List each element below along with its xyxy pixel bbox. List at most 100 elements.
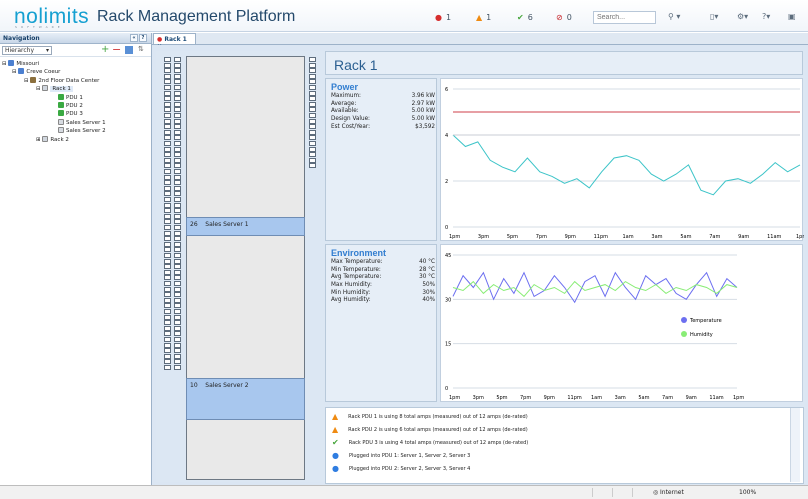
search-input[interactable] [593, 11, 656, 24]
rack-slot-sales-server-1[interactable]: 26 Sales Server 1 [186, 217, 305, 236]
tree-node-creve-coeur[interactable]: ⊟ Creve Coeur [0, 68, 151, 76]
rack-unit-marker [174, 297, 181, 303]
environment-average-temperature: Avg Temperature: 30 °C [331, 274, 435, 281]
rack-unit-marker [309, 129, 316, 135]
power-summary: Power Maximum: 3.96 kW Average: 2.97 kW Av… [325, 78, 437, 241]
rack-unit-marker [174, 118, 181, 124]
gear-icon[interactable]: ⚙▾ [737, 12, 748, 21]
tree-node-pdu-1[interactable]: PDU 1 [0, 93, 151, 102]
collapse-icon[interactable]: « [130, 34, 138, 42]
app-header: nolimits SOFTWARE Rack Management Platfo… [0, 0, 808, 32]
rack-unit-marker [174, 90, 181, 96]
power-average: Average: 2.97 kW [331, 100, 435, 107]
rack-unit-marker [174, 135, 181, 141]
x-tick-label: 7am [709, 234, 720, 240]
x-tick-label: 9am [738, 234, 749, 240]
rack-unit-marker [174, 225, 181, 230]
alert-error-count[interactable]: ● 1 [435, 13, 451, 22]
tree-node-rack-1[interactable]: ⊟ Rack 1 [0, 85, 151, 93]
power-title: Power [331, 82, 359, 92]
tree-node-missouri[interactable]: ⊟ Missouri [0, 60, 151, 68]
environment-min-humidity: Min Humidity: 30% [331, 289, 435, 296]
rack-unit-marker [174, 169, 181, 174]
alert-row[interactable]: ● Plugged into PDU 1: Server 1, Server 2,… [332, 450, 470, 461]
rack-icon [42, 135, 49, 142]
remove-icon[interactable]: − [112, 43, 121, 56]
expand-icon[interactable]: ⊟ [36, 86, 41, 92]
x-tick-label: 11pm [567, 395, 582, 401]
document-icon[interactable]: ▯▾ [710, 12, 718, 21]
alert-row[interactable]: ● Plugged into PDU 2: Server 2, Server 3,… [332, 463, 470, 474]
alert-warning-count[interactable]: ▲ 1 [476, 13, 491, 22]
expand-icon[interactable]: ⊟ [12, 69, 17, 75]
rack-unit-marker [164, 152, 171, 158]
tree-node-data-center[interactable]: ⊟ 2nd Floor Data Center [0, 76, 151, 85]
rack-unit-marker [309, 101, 316, 107]
sort-icon[interactable]: ⇅ [138, 45, 144, 53]
rack-unit-marker [164, 146, 171, 152]
tab-rack-1[interactable]: ● Rack 1 × [153, 33, 196, 50]
expand-icon[interactable]: ⊟ [2, 61, 7, 67]
user-icon[interactable]: ▣ [788, 12, 796, 21]
y-tick-label: 0 [445, 386, 448, 392]
search-icon[interactable]: ⚲ ▾ [668, 12, 680, 21]
tree-view-icon[interactable] [125, 46, 133, 54]
hierarchy-select[interactable]: Hierarchy ▾ [2, 46, 52, 55]
rack-unit-marker [164, 281, 171, 286]
alert-ok-count[interactable]: ✔ 6 [517, 13, 533, 22]
rack-unit-marker [309, 124, 316, 130]
help-icon[interactable]: ? [139, 34, 147, 42]
environment-chart-svg: 0 15 30 45 1pm 3pm 5pm 7pm 9pm 11pm 1am 3am 5am 7am 9a… [445, 253, 744, 401]
zoom-level[interactable]: 100% [739, 489, 756, 496]
rack-unit-marker [164, 135, 171, 141]
rack-unit-marker [174, 141, 181, 146]
warning-icon: ▲ [476, 13, 483, 22]
rack-unit-marker [164, 342, 171, 348]
rack-unit-marker [174, 264, 181, 270]
tree-node-sales-server-2[interactable]: Sales Server 2 [0, 127, 151, 135]
rack-unit-marker [174, 124, 181, 130]
location-icon [18, 68, 25, 75]
info-icon: ● [332, 451, 339, 460]
rack-unit-marker [309, 85, 316, 90]
rack-unit-marker [309, 157, 316, 163]
rack-unit-marker [174, 62, 181, 68]
rack-unit-marker [164, 79, 171, 85]
alert-row[interactable]: ✔ Rack PDU 3 is using 4 total amps (measu… [332, 437, 528, 448]
rack-unit-marker [174, 365, 181, 370]
x-tick-label: 1pm [733, 395, 744, 401]
x-tick-label: 7pm [536, 234, 547, 240]
alert-blocked-count[interactable]: ⊘ 0 [556, 13, 572, 22]
rack-unit-marker [174, 157, 181, 163]
tree-node-pdu-2[interactable]: PDU 2 [0, 101, 151, 110]
alert-scrollbar[interactable] [790, 408, 800, 482]
rack-unit-marker [164, 90, 171, 96]
rack-unit-marker [174, 113, 181, 118]
rack-unit-marker [164, 62, 171, 68]
rack-unit-marker [174, 320, 181, 326]
tree-node-sales-server-1[interactable]: Sales Server 1 [0, 118, 151, 127]
add-icon[interactable]: + [101, 44, 109, 55]
power-cost: Est Cost/Year: $3,592 [331, 123, 435, 130]
tree-node-rack-2[interactable]: ⊞ Rack 2 [0, 135, 151, 144]
rack-unit-marker [174, 107, 181, 113]
help-icon[interactable]: ?▾ [762, 12, 770, 21]
rack-unit-marker [309, 163, 316, 169]
expand-icon[interactable]: ⊟ [24, 78, 29, 84]
rack-unit-marker [309, 96, 316, 102]
rack-unit-marker [174, 253, 181, 258]
rack-slot-sales-server-2[interactable]: 10 Sales Server 2 [186, 378, 305, 420]
navigation-title: Navigation « ? [0, 33, 151, 44]
alert-row[interactable]: ▲ Rack PDU 2 is using 6 total amps (measu… [332, 424, 528, 435]
rack-unit-marker [174, 314, 181, 320]
rack-unit-marker [164, 303, 171, 309]
expand-icon[interactable]: ⊞ [36, 137, 41, 143]
x-tick-label: 1pm [449, 395, 460, 401]
rack-unit-marker [164, 241, 171, 247]
rack-unit-marker [164, 219, 171, 225]
rack-unit-marker [174, 163, 181, 169]
rack-unit-marker [309, 113, 316, 118]
x-tick-label: 1pm [449, 234, 460, 240]
alert-row[interactable]: ▲ Rack PDU 1 is using 8 total amps (measu… [332, 411, 528, 422]
tree-node-pdu-3[interactable]: PDU 3 [0, 110, 151, 118]
